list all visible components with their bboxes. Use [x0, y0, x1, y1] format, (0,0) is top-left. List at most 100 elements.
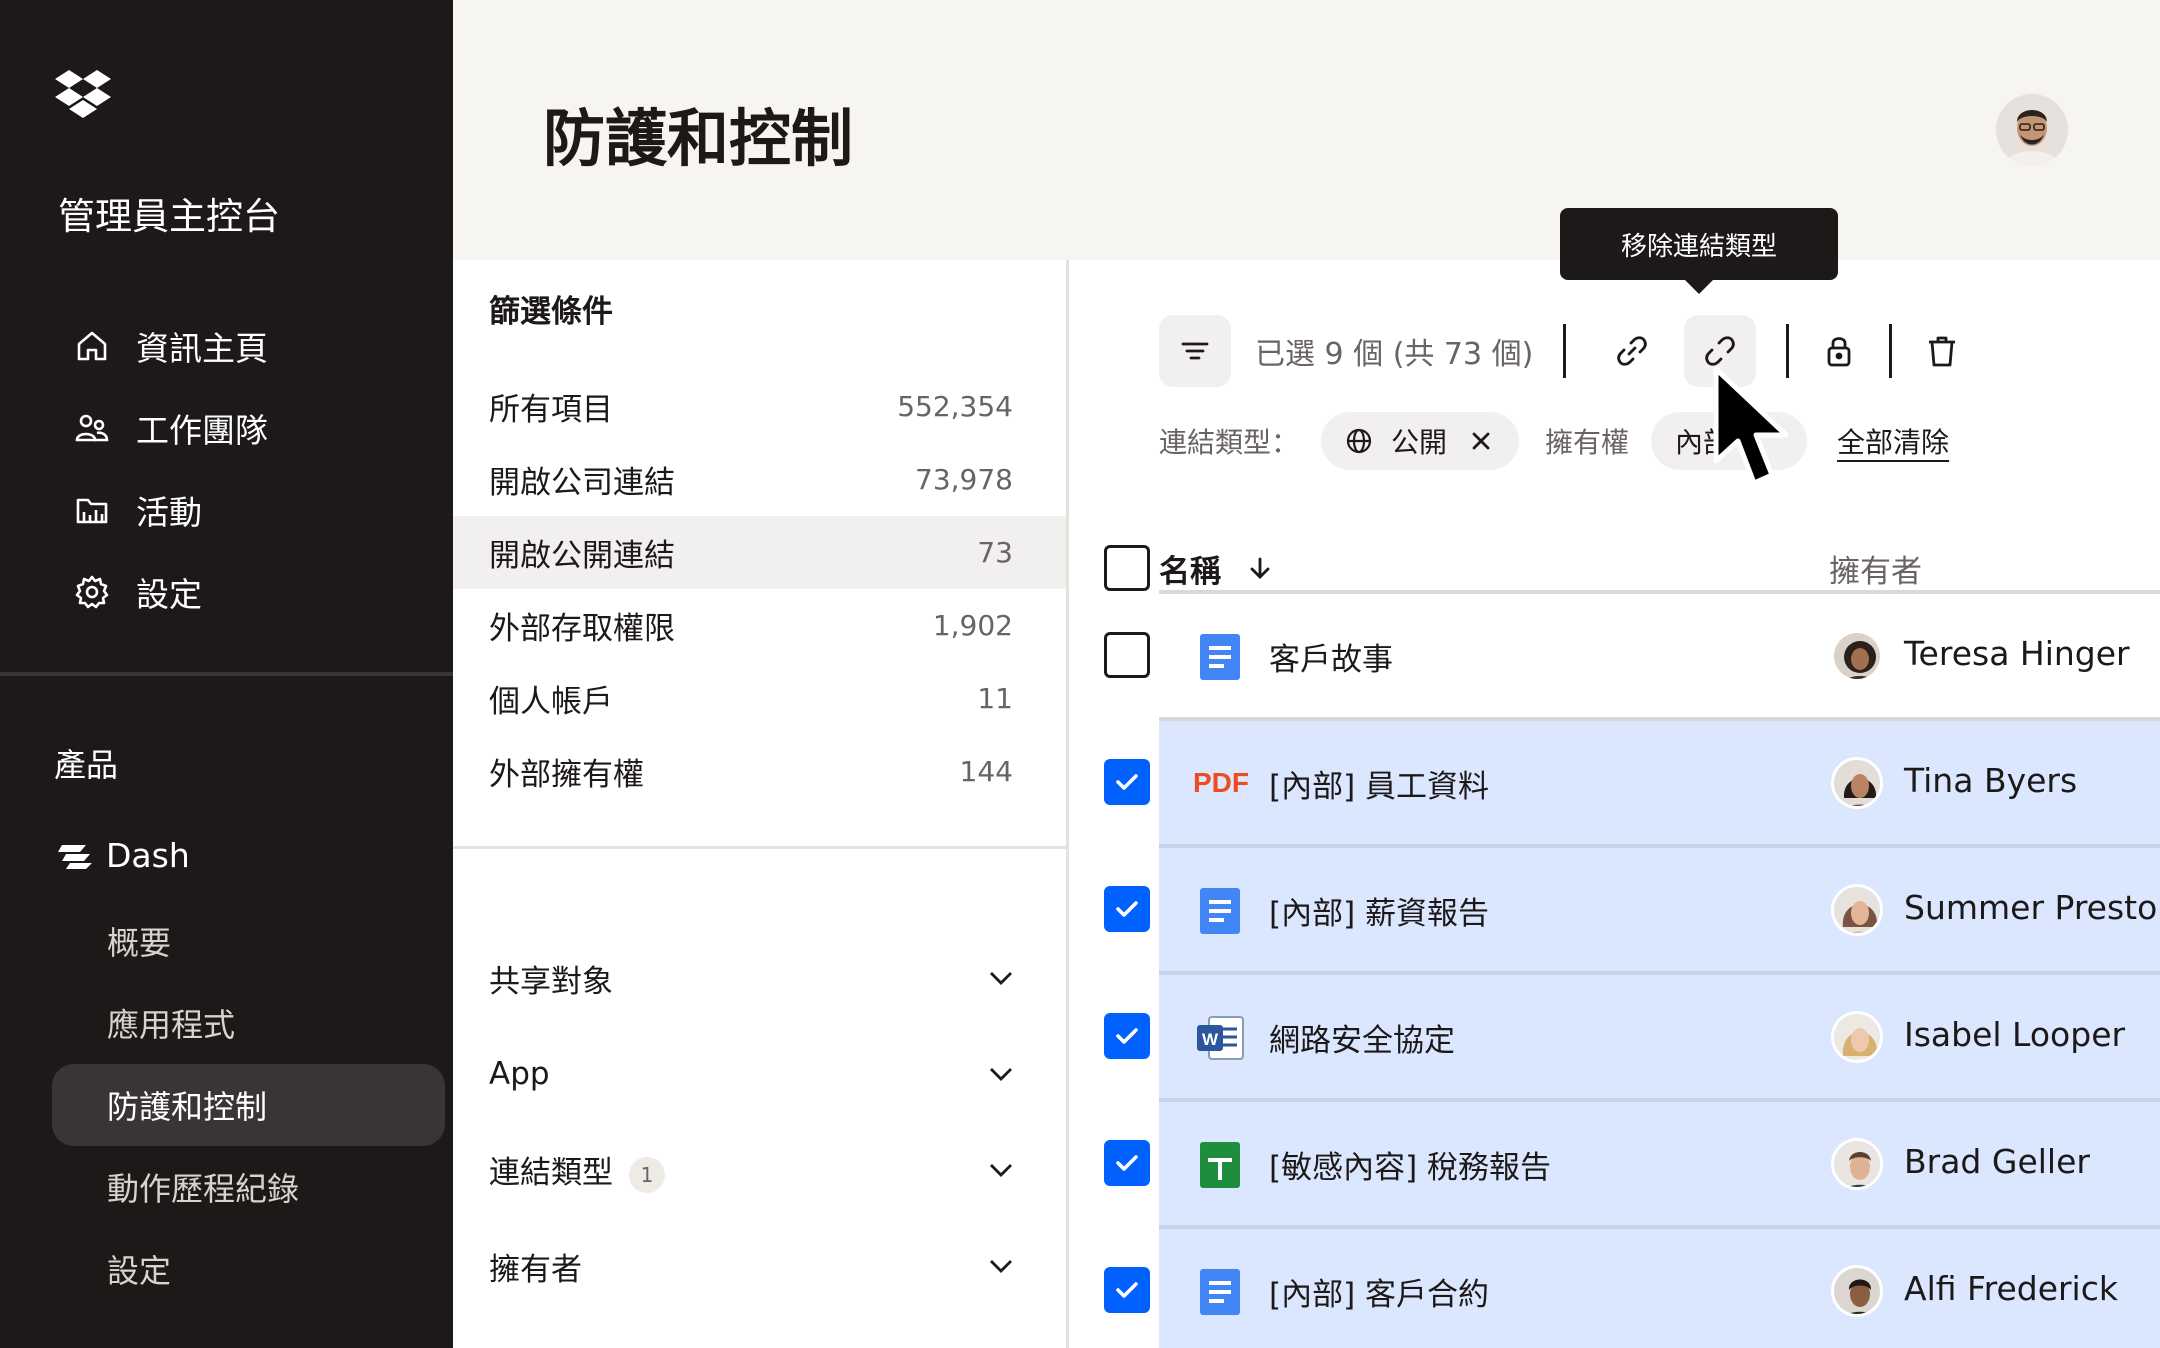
delete-button[interactable] — [1906, 315, 1978, 387]
filter-count: 144 — [959, 755, 1013, 788]
file-icon-wrap: W — [1195, 1013, 1245, 1063]
user-avatar-icon — [1996, 94, 2068, 166]
filter-chip-public[interactable]: 公開 — [1321, 412, 1520, 470]
mouse-cursor-icon — [1713, 366, 1789, 486]
dash-label: Dash — [106, 836, 190, 875]
sub-item-protection[interactable]: 防護和控制 — [52, 1064, 445, 1146]
activity-icon — [76, 498, 108, 524]
filter-list: 所有項目 552,354 開啟公司連結 73,978 開啟公開連結 73 外部存取權限… — [453, 370, 1066, 808]
nav-item-activity[interactable]: 活動 — [74, 469, 268, 551]
table-body: 客戶故事 Teresa Hinger PDF [內部] 員工資料 Tina By… — [1069, 594, 2160, 1348]
nav-item-label: 設定 — [136, 575, 202, 614]
sub-item-apps[interactable]: 應用程式 — [52, 982, 445, 1064]
sidebar-divider — [0, 672, 453, 676]
nav-item-settings[interactable]: 設定 — [74, 551, 268, 633]
filter-row-selected[interactable]: 開啟公開連結 73 — [453, 516, 1066, 589]
row-checkbox[interactable] — [1104, 886, 1150, 932]
filter-row[interactable]: 開啟公司連結 73,978 — [453, 443, 1066, 516]
table-row[interactable]: 客戶故事 Teresa Hinger — [1069, 594, 2160, 721]
bulk-action-toolbar: 已選 9 個 (共 73 個) — [1159, 315, 1978, 387]
results-panel: 已選 9 個 (共 73 個) 連結類型： 公開 擁有權 內部 全部清除 名稱 … — [1069, 260, 2160, 1348]
home-icon — [77, 331, 107, 361]
row-checkbox[interactable] — [1104, 1013, 1150, 1059]
table-row-selected[interactable]: PDF [內部] 員工資料 Tina Byers — [1069, 721, 2160, 848]
select-all-checkbox[interactable] — [1104, 545, 1150, 591]
owner-name: Alfi Frederick — [1904, 1269, 2118, 1308]
file-name[interactable]: 網路安全協定 — [1269, 1015, 1455, 1060]
sidebar: 管理員主控台 資訊主頁 工作團隊 活動 設定 產品 Dash 概要 應用程式 防… — [0, 0, 453, 1348]
facet-list: 共享對象 App 連結類型 1 擁有者 — [453, 930, 1066, 1314]
toolbar-separator — [1889, 324, 1893, 378]
file-name[interactable]: [內部] 員工資料 — [1269, 761, 1489, 806]
checkmark-icon — [1116, 774, 1138, 790]
file-icon-wrap — [1195, 1267, 1245, 1317]
main-nav: 資訊主頁 工作團隊 活動 設定 — [74, 305, 268, 633]
arrow-down-icon — [1250, 557, 1270, 579]
pdf-file-icon: PDF — [1193, 767, 1249, 798]
table-row-selected[interactable]: [內部] 薪資報告 Summer Preston — [1069, 848, 2160, 975]
file-icon-wrap — [1195, 632, 1245, 682]
owner-name: Summer Preston — [1904, 888, 2160, 927]
row-checkbox[interactable] — [1104, 1140, 1150, 1186]
sub-item-overview[interactable]: 概要 — [52, 900, 445, 982]
table-row-selected[interactable]: [內部] 客戶合約 Alfi Frederick — [1069, 1229, 2160, 1348]
row-checkbox[interactable] — [1104, 632, 1150, 678]
user-avatar[interactable] — [1996, 94, 2068, 166]
filter-row[interactable]: 外部存取權限 1,902 — [453, 589, 1066, 662]
add-link-button[interactable] — [1596, 315, 1668, 387]
file-name[interactable]: [內部] 薪資報告 — [1269, 888, 1489, 933]
facet-label: 共享對象 — [489, 963, 613, 1000]
chevron-down-icon — [990, 972, 1012, 985]
row-checkbox[interactable] — [1104, 1267, 1150, 1313]
file-name[interactable]: [敏感內容] 稅務報告 — [1269, 1142, 1551, 1187]
filter-count: 73 — [977, 536, 1013, 569]
chevron-down-icon — [990, 1068, 1012, 1081]
unlink-icon — [1705, 336, 1736, 366]
filter-row[interactable]: 所有項目 552,354 — [453, 370, 1066, 443]
nav-item-dashboard[interactable]: 資訊主頁 — [74, 305, 268, 387]
close-icon[interactable] — [1467, 427, 1495, 455]
facet-label: App — [489, 1056, 550, 1092]
facet-owner[interactable]: 擁有者 — [453, 1218, 1066, 1314]
filter-toggle-button[interactable] — [1159, 315, 1231, 387]
link-icon — [1617, 336, 1648, 366]
dropbox-logo-icon[interactable] — [55, 70, 111, 122]
filter-row[interactable]: 外部擁有權 144 — [453, 735, 1066, 808]
file-name[interactable]: 客戶故事 — [1269, 634, 1393, 679]
sub-item-settings[interactable]: 設定 — [52, 1228, 445, 1310]
filter-row[interactable]: 個人帳戶 11 — [453, 662, 1066, 735]
filter-label: 所有項目 — [489, 392, 613, 428]
table-row-selected[interactable]: W 網路安全協定 Isabel Looper — [1069, 975, 2160, 1102]
dash-logo-icon — [58, 844, 92, 869]
facet-count-badge: 1 — [629, 1156, 665, 1193]
clear-all-link[interactable]: 全部清除 — [1837, 421, 1949, 461]
owner-name: Teresa Hinger — [1904, 634, 2130, 673]
page-title: 防護和控制 — [543, 102, 854, 175]
filter-count: 73,978 — [915, 463, 1013, 496]
chevron-down-icon — [990, 1260, 1012, 1273]
filter-label: 開啟公開連結 — [489, 538, 675, 574]
column-name-header[interactable]: 名稱 — [1159, 546, 1273, 591]
filter-divider — [453, 846, 1066, 849]
file-name[interactable]: [內部] 客戶合約 — [1269, 1269, 1489, 1314]
nav-item-label: 活動 — [136, 493, 202, 532]
table-row-selected[interactable]: [敏感內容] 稅務報告 Brad Geller — [1069, 1102, 2160, 1229]
selection-count: 已選 9 個 (共 73 個) — [1255, 337, 1534, 372]
row-checkbox[interactable] — [1104, 759, 1150, 805]
product-dash[interactable]: Dash — [58, 836, 190, 875]
owner-name: Isabel Looper — [1904, 1015, 2126, 1054]
doc-file-icon — [1200, 1269, 1240, 1315]
nav-item-team[interactable]: 工作團隊 — [74, 387, 268, 469]
gear-icon — [75, 575, 109, 609]
sub-item-activity-log[interactable]: 動作歷程紀錄 — [52, 1146, 445, 1228]
remove-link-type-tooltip: 移除連結類型 — [1560, 208, 1838, 294]
facet-link-type[interactable]: 連結類型 1 — [453, 1122, 1066, 1218]
owner-avatar — [1831, 1138, 1883, 1190]
chevron-down-icon — [990, 1164, 1012, 1177]
facet-app[interactable]: App — [453, 1026, 1066, 1122]
lock-button[interactable] — [1803, 315, 1875, 387]
owner-avatar — [1831, 884, 1883, 936]
facet-shared-with[interactable]: 共享對象 — [453, 930, 1066, 1026]
filter-label: 外部存取權限 — [489, 611, 675, 647]
column-owner-header[interactable]: 擁有者 — [1829, 546, 1922, 591]
